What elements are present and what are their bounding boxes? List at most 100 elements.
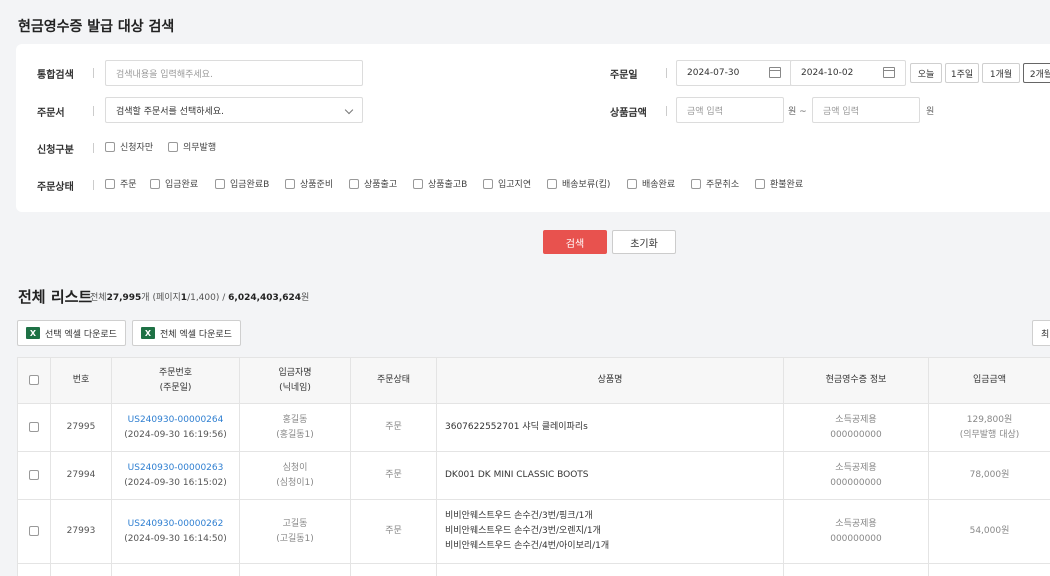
date-from-value: 2024-07-30: [687, 68, 740, 78]
product-cell: 비비안웨스트우드 손수건/3번/핑크/1개 비비안웨스트우드 손수건/3번/오렌지…: [436, 499, 784, 564]
date-from-input[interactable]: 2024-07-30: [676, 60, 792, 86]
header-payer: 입금자명 (닉네임): [239, 357, 351, 404]
calendar-icon[interactable]: [883, 67, 895, 78]
price-min-unit: 원 ~: [788, 107, 807, 117]
checkbox[interactable]: [168, 141, 178, 152]
checkbox[interactable]: [285, 178, 295, 189]
amount-cell: 78,000원: [928, 451, 1050, 500]
row-no: 27994: [50, 451, 112, 500]
row-checkbox[interactable]: [29, 469, 39, 480]
checkbox[interactable]: [483, 178, 493, 189]
status-option[interactable]: 상품출고: [349, 177, 397, 190]
price-max-input[interactable]: 금액 입력: [812, 97, 920, 123]
order-table: 번호 주문번호 (주문일) 입금자명 (닉네임) 주문상태 상품명 현금영수증 정보…: [17, 357, 1050, 576]
order-no-cell: US240930-00000263 (2024-09-30 16:15:02): [111, 451, 240, 500]
quick-1month-button[interactable]: 1개월: [982, 63, 1020, 83]
select-all-checkbox[interactable]: [29, 374, 39, 385]
table-row[interactable]: 27993 US240930-00000262 (2024-09-30 16:14…: [17, 499, 1050, 564]
calendar-icon[interactable]: [769, 67, 781, 78]
header-no: 번호: [50, 357, 112, 404]
request-type-label: 신청구분: [37, 145, 74, 156]
status-option[interactable]: 배송보류(킵): [547, 177, 610, 190]
keyword-input[interactable]: 검색내용을 입력해주세요.: [105, 60, 363, 86]
checkbox[interactable]: [627, 178, 637, 189]
status-option[interactable]: 주문취소: [691, 177, 739, 190]
order-form-label: 주문서: [37, 108, 65, 119]
download-selected-excel-button[interactable]: X 선택 엑셀 다운로드: [17, 320, 126, 346]
payer-cell: 심청이 (심청이1): [239, 451, 351, 500]
table-row[interactable]: 27994 US240930-00000263 (2024-09-30 16:15…: [17, 451, 1050, 500]
table-row: [17, 563, 1050, 576]
header-receipt: 현금영수증 정보: [783, 357, 929, 404]
divider: [93, 106, 94, 116]
select-all-cell: [17, 357, 51, 404]
checkbox[interactable]: [349, 178, 359, 189]
row-checkbox[interactable]: [29, 525, 39, 536]
divider: [93, 143, 94, 153]
header-product: 상품명: [436, 357, 784, 404]
status-option[interactable]: 상품출고B: [413, 177, 467, 190]
price-max-unit: 원: [926, 107, 935, 117]
quick-1week-button[interactable]: 1주일: [945, 63, 979, 83]
checkbox[interactable]: [413, 178, 423, 189]
divider: [93, 180, 94, 190]
date-to-input[interactable]: 2024-10-02: [790, 60, 906, 86]
payer-cell: 고길동 (고길동1): [239, 499, 351, 564]
checkbox[interactable]: [547, 178, 557, 189]
status-option[interactable]: 상품준비: [285, 177, 333, 190]
status-option[interactable]: 배송완료: [627, 177, 675, 190]
quick-2month-button[interactable]: 2개월: [1023, 63, 1050, 83]
status-option[interactable]: 입고지연: [483, 177, 531, 190]
status-option[interactable]: 입금완료B: [215, 177, 269, 190]
order-form-select[interactable]: 검색할 주문서를 선택하세요.: [105, 97, 363, 123]
receipt-cell: 소득공제용 000000000: [783, 499, 929, 564]
search-button[interactable]: 검색: [543, 230, 607, 254]
order-date-label: 주문일: [610, 70, 638, 81]
list-title: 전체 리스트: [18, 288, 93, 306]
header-amount: 입금금액: [928, 357, 1050, 404]
order-no-cell: US240930-00000264 (2024-09-30 16:19:56): [111, 403, 240, 452]
request-type-option[interactable]: 의무발행: [168, 140, 216, 153]
order-no-link[interactable]: US240930-00000264: [112, 413, 239, 428]
status-cell: 주문: [350, 499, 437, 564]
product-cell: 3607622552701 샤딕 클레이파리s: [436, 403, 784, 452]
row-checkbox[interactable]: [29, 421, 39, 432]
receipt-cell: 소득공제용 000000000: [783, 403, 929, 452]
checkbox[interactable]: [105, 141, 115, 152]
price-min-input[interactable]: 금액 입력: [676, 97, 784, 123]
checkbox[interactable]: [755, 178, 765, 189]
amount-cell: 129,800원 (의무발행 대상): [928, 403, 1050, 452]
reset-button[interactable]: 초기화: [612, 230, 676, 254]
order-status-label: 주문상태: [37, 182, 74, 193]
checkbox[interactable]: [150, 178, 160, 189]
product-cell: DK001 DK MINI CLASSIC BOOTS: [436, 451, 784, 500]
order-no-link[interactable]: US240930-00000263: [112, 461, 239, 476]
checkbox[interactable]: [105, 178, 115, 189]
divider: [666, 68, 667, 78]
status-option[interactable]: 입금완료: [150, 177, 198, 190]
payer-cell: 홍길동 (홍길동1): [239, 403, 351, 452]
checkbox[interactable]: [215, 178, 225, 189]
order-form-placeholder: 검색할 주문서를 선택하세요.: [116, 106, 224, 117]
search-panel: 통합검색 검색내용을 입력해주세요. 주문일 2024-07-30 ~ 2024…: [16, 44, 1050, 212]
page-title: 현금영수증 발급 대상 검색: [18, 19, 175, 35]
excel-icon: X: [26, 327, 40, 339]
excel-icon: X: [141, 327, 155, 339]
table-header-row: 번호 주문번호 (주문일) 입금자명 (닉네임) 주문상태 상품명 현금영수증 정보…: [17, 357, 1050, 404]
order-no-cell: US240930-00000262 (2024-09-30 16:14:50): [111, 499, 240, 564]
toolbar-right-button[interactable]: 최: [1032, 320, 1050, 346]
amount-cell: 54,000원: [928, 499, 1050, 564]
order-no-link[interactable]: US240930-00000262: [112, 517, 239, 532]
table-row[interactable]: 27995 US240930-00000264 (2024-09-30 16:19…: [17, 403, 1050, 452]
status-option[interactable]: 주문: [105, 177, 137, 190]
keyword-label: 통합검색: [37, 70, 74, 81]
request-type-option[interactable]: 신청자만: [105, 140, 153, 153]
chevron-down-icon: [344, 105, 354, 115]
checkbox[interactable]: [691, 178, 701, 189]
status-option[interactable]: 환불완료: [755, 177, 803, 190]
quick-today-button[interactable]: 오늘: [910, 63, 942, 83]
download-all-excel-button[interactable]: X 전체 엑셀 다운로드: [132, 320, 241, 346]
header-status: 주문상태: [350, 357, 437, 404]
divider: [93, 68, 94, 78]
divider: [666, 106, 667, 116]
